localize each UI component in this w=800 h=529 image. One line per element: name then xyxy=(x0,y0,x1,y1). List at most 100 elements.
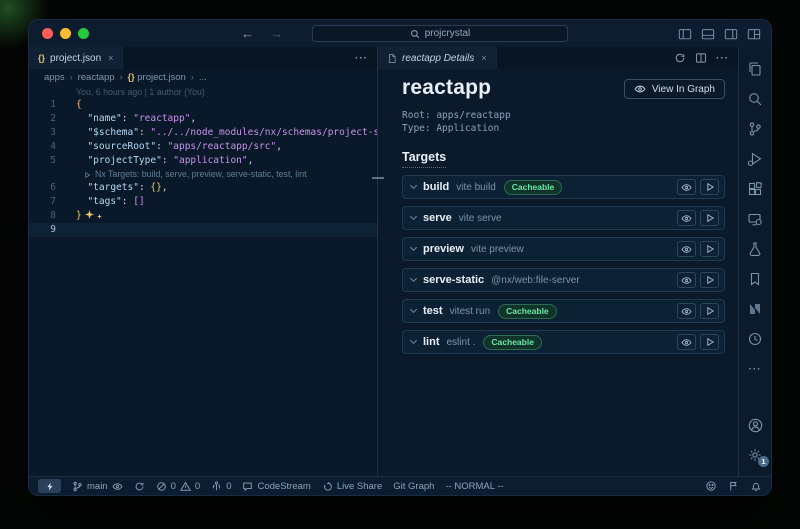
show-target-config-button[interactable] xyxy=(677,334,696,350)
chevron-down-icon[interactable] xyxy=(410,182,417,189)
git-graph-item[interactable]: Git Graph xyxy=(393,481,434,492)
target-row-serve[interactable]: servevite serve xyxy=(402,206,725,230)
play-icon xyxy=(705,337,715,347)
run-target-button[interactable] xyxy=(700,272,719,288)
show-target-config-button[interactable] xyxy=(677,241,696,257)
close-window-button[interactable] xyxy=(42,28,53,39)
remote-explorer-icon[interactable] xyxy=(739,204,771,234)
source-control-icon[interactable] xyxy=(739,114,771,144)
line-number: 3 xyxy=(29,126,69,140)
target-row-serve-static[interactable]: serve-static@nx/web:file-server xyxy=(402,268,725,292)
chevron-down-icon[interactable] xyxy=(410,337,417,344)
project-root: Root: apps/reactapp xyxy=(402,109,725,122)
breadcrumb-item[interactable]: ... xyxy=(199,72,207,83)
chevron-down-icon[interactable] xyxy=(410,244,417,251)
show-target-config-button[interactable] xyxy=(677,210,696,226)
code-line: 6 "targets": {}, xyxy=(29,181,377,195)
tab-reactapp-details[interactable]: reactapp Details × xyxy=(378,47,497,69)
more-actions-icon[interactable]: ··· xyxy=(716,53,729,64)
customize-layout-icon[interactable] xyxy=(747,27,761,41)
code-line: 7 "tags": [] xyxy=(29,195,377,209)
fork-indicator[interactable]: 0 xyxy=(211,481,231,492)
breadcrumb-item[interactable]: apps xyxy=(44,72,65,83)
toggle-sidebar-left-icon[interactable] xyxy=(678,27,692,41)
problems-indicator[interactable]: 0 0 xyxy=(156,481,201,492)
toggle-panel-icon[interactable] xyxy=(701,27,715,41)
timeline-icon[interactable] xyxy=(739,324,771,354)
git-branch-indicator[interactable]: main xyxy=(72,481,123,492)
codestream-item[interactable]: CodeStream xyxy=(242,481,310,492)
target-row-lint[interactable]: linteslint .Cacheable xyxy=(402,330,725,354)
search-icon xyxy=(410,29,420,39)
notifications-bell-icon[interactable] xyxy=(750,480,762,492)
cacheable-badge: Cacheable xyxy=(504,180,563,195)
breadcrumb-item[interactable]: reactapp xyxy=(78,72,115,83)
eye-icon xyxy=(681,275,692,286)
run-target-button[interactable] xyxy=(700,179,719,195)
code-line: 3 "$schema": "../../node_modules/nx/sche… xyxy=(29,126,377,140)
refresh-icon[interactable] xyxy=(674,52,686,64)
bookmarks-icon[interactable] xyxy=(739,264,771,294)
target-row-build[interactable]: buildvite buildCacheable xyxy=(402,175,725,199)
run-target-button[interactable] xyxy=(700,241,719,257)
nx-console-icon[interactable] xyxy=(739,294,771,324)
code-line: 9 xyxy=(29,223,377,237)
chevron-down-icon[interactable] xyxy=(410,275,417,282)
line-number: 8 xyxy=(29,209,69,223)
extensions-icon[interactable] xyxy=(739,174,771,204)
target-row-preview[interactable]: previewvite preview xyxy=(402,237,725,261)
target-name: build xyxy=(423,181,449,193)
flag-icon[interactable] xyxy=(728,480,739,492)
remote-indicator[interactable] xyxy=(38,479,61,493)
search-icon[interactable] xyxy=(739,84,771,114)
chevron-down-icon[interactable] xyxy=(410,306,417,313)
run-debug-icon[interactable] xyxy=(739,144,771,174)
show-target-config-button[interactable] xyxy=(677,303,696,319)
account-icon[interactable] xyxy=(739,410,771,440)
command-center-search[interactable]: projcrystal xyxy=(312,25,568,42)
more-actions-icon[interactable]: ··· xyxy=(355,53,368,64)
live-share-item[interactable]: Live Share xyxy=(322,481,382,492)
tab-label: project.json xyxy=(50,53,101,64)
sync-indicator[interactable] xyxy=(134,481,145,492)
explorer-icon[interactable] xyxy=(739,54,771,84)
show-target-config-button[interactable] xyxy=(677,272,696,288)
breadcrumb: apps›reactapp›{} project.json›... xyxy=(29,69,377,85)
show-target-config-button[interactable] xyxy=(677,179,696,195)
vim-mode-indicator[interactable]: -- NORMAL -- xyxy=(445,481,503,492)
forward-arrow-icon[interactable]: → xyxy=(270,27,283,40)
split-editor-icon[interactable] xyxy=(695,52,707,64)
json-file-icon: {} xyxy=(128,72,135,82)
live-share-icon xyxy=(322,481,333,492)
close-tab-icon[interactable]: × xyxy=(481,53,486,63)
status-bar: main 0 0 0 CodeStream Live Share Git Gra… xyxy=(29,476,771,495)
close-tab-icon[interactable]: × xyxy=(108,53,113,63)
testing-flask-icon[interactable] xyxy=(739,234,771,264)
target-row-test[interactable]: testvitest runCacheable xyxy=(402,299,725,323)
tab-project-json[interactable]: {} project.json × xyxy=(29,47,123,69)
play-icon xyxy=(705,244,715,254)
chevron-down-icon[interactable] xyxy=(410,213,417,220)
run-target-button[interactable] xyxy=(700,210,719,226)
play-icon xyxy=(705,306,715,316)
back-arrow-icon[interactable]: ← xyxy=(241,27,254,40)
run-target-button[interactable] xyxy=(700,334,719,350)
settings-gear-icon[interactable]: 1 xyxy=(739,440,771,470)
feedback-smiley-icon[interactable] xyxy=(705,480,717,492)
nx-project-details-view: reactapp View In Graph Root: apps/reacta… xyxy=(378,69,738,476)
minimize-window-button[interactable] xyxy=(60,28,71,39)
code-editor[interactable]: You, 6 hours ago | 1 author (You)1{2 "na… xyxy=(29,85,377,476)
eye-icon xyxy=(681,306,692,317)
target-command: @nx/web:file-server xyxy=(491,275,580,286)
search-text: projcrystal xyxy=(425,28,471,39)
view-in-graph-button[interactable]: View In Graph xyxy=(624,79,725,99)
editor-group-right: reactapp Details × ··· reactapp View In … xyxy=(378,47,738,476)
more-views-icon[interactable]: ··· xyxy=(739,354,771,384)
breadcrumb-item[interactable]: {} project.json xyxy=(128,72,186,83)
run-target-button[interactable] xyxy=(700,303,719,319)
toggle-sidebar-right-icon[interactable] xyxy=(724,27,738,41)
nx-targets-codelens[interactable]: Nx Targets: build, serve, preview, serve… xyxy=(29,168,377,181)
split-sash-handle[interactable] xyxy=(372,177,384,179)
warning-count: 0 xyxy=(195,481,200,492)
maximize-window-button[interactable] xyxy=(78,28,89,39)
